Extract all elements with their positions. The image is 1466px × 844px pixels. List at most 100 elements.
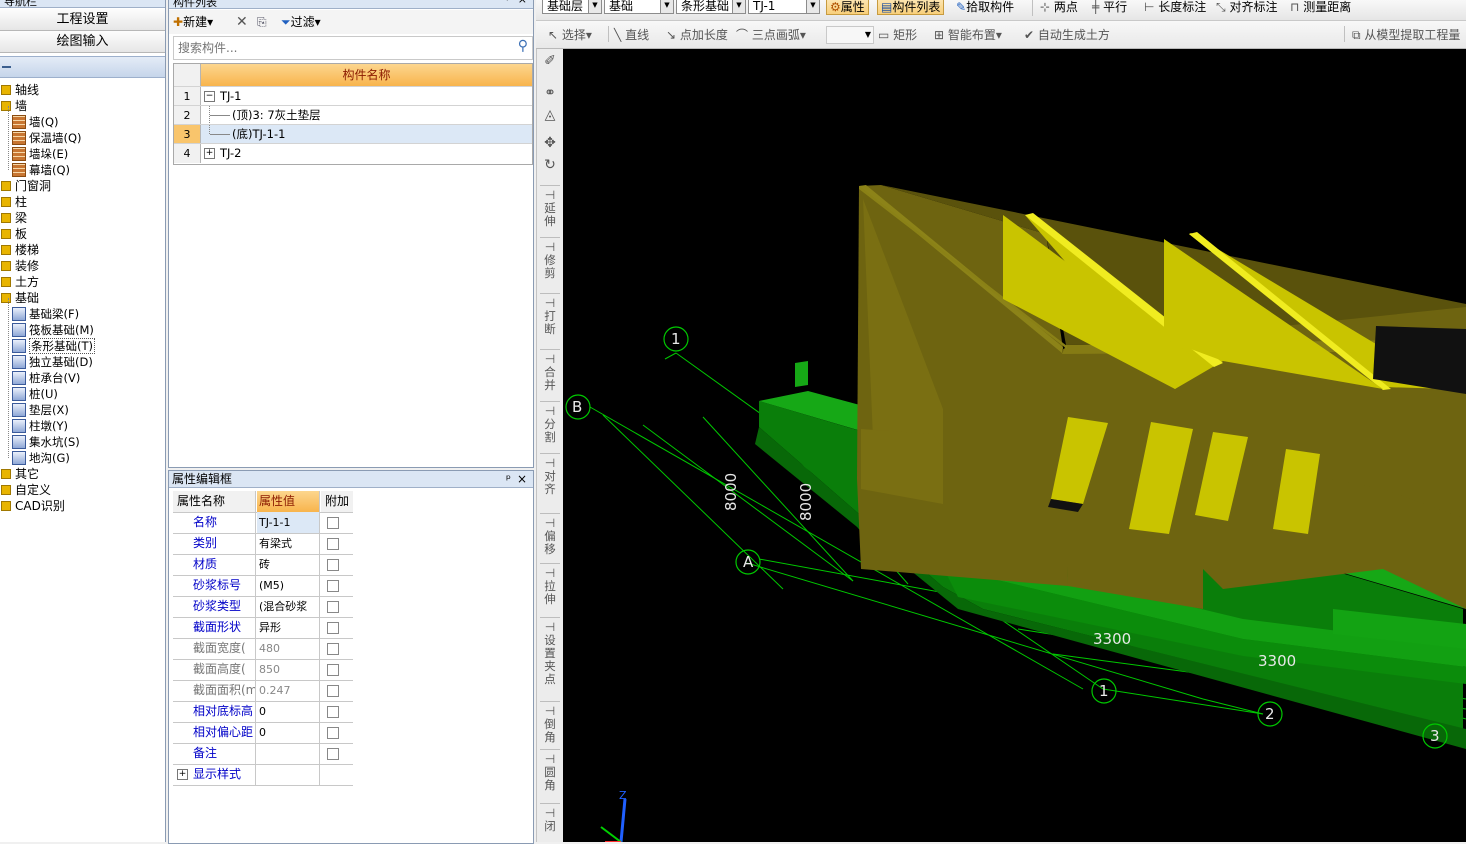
property-value[interactable] bbox=[257, 764, 320, 785]
three-point-arc-button[interactable]: ⌒ 三点画弧▾ bbox=[736, 26, 806, 44]
model-canvas[interactable]: 1 B A 1 2 3 8000 8000 3300 3300 Z bbox=[563, 49, 1466, 842]
property-value[interactable]: 0 bbox=[257, 722, 320, 743]
pin-icon[interactable]: ᵖ bbox=[506, 0, 511, 6]
nav-tree-folder[interactable]: CAD识别 bbox=[0, 498, 65, 514]
property-value[interactable]: 有梁式 bbox=[257, 533, 320, 554]
drawing-input-button[interactable]: 绘图输入 bbox=[0, 31, 165, 53]
arc-option-select[interactable]: ▼ bbox=[826, 26, 874, 44]
collapse-toggle-icon[interactable]: − bbox=[204, 91, 215, 102]
property-row[interactable]: 截面宽度(480 bbox=[173, 638, 353, 660]
extra-checkbox[interactable] bbox=[327, 622, 339, 634]
filter-button[interactable]: ⏷过滤▾ bbox=[281, 14, 321, 30]
property-value[interactable]: TJ-1-1 bbox=[257, 512, 320, 533]
edit-tool-button[interactable]: ⊣ 偏移 bbox=[537, 517, 563, 556]
close-icon[interactable]: × bbox=[518, 0, 527, 6]
extra-checkbox[interactable] bbox=[327, 664, 339, 676]
extra-checkbox[interactable] bbox=[327, 517, 339, 529]
nav-tree-folder[interactable]: 板 bbox=[0, 226, 27, 242]
copy-icon[interactable]: ⎘ bbox=[257, 14, 267, 30]
split-icon[interactable]: ◬ bbox=[537, 108, 563, 122]
nav-tree-item[interactable]: 墙垛(E) bbox=[12, 146, 68, 162]
auto-earthwork-button[interactable]: ✔ 自动生成土方 bbox=[1024, 26, 1110, 44]
extra-checkbox[interactable] bbox=[327, 643, 339, 655]
parallel-axis-button[interactable]: ╪ 平行 bbox=[1092, 0, 1127, 16]
nav-tree-item[interactable]: 保温墙(Q) bbox=[12, 130, 82, 146]
extra-checkbox[interactable] bbox=[327, 706, 339, 718]
rectangle-button[interactable]: ▭ 矩形 bbox=[878, 26, 917, 44]
edit-tool-button[interactable]: ⊣ 合并 bbox=[537, 353, 563, 392]
nav-tree-item[interactable]: 幕墙(Q) bbox=[12, 162, 70, 178]
new-component-button[interactable]: ✚新建▾ bbox=[173, 14, 213, 30]
property-value[interactable]: 0 bbox=[257, 701, 320, 722]
nav-tree-folder[interactable]: 门窗洞 bbox=[0, 178, 51, 194]
length-dim-button[interactable]: ⊢ 长度标注 bbox=[1144, 0, 1206, 16]
nav-tree-folder[interactable]: 楼梯 bbox=[0, 242, 39, 258]
extra-checkbox[interactable] bbox=[327, 727, 339, 739]
property-value[interactable]: (混合砂浆 bbox=[257, 596, 320, 617]
edit-tool-button[interactable]: ⊣ 倒角 bbox=[537, 705, 563, 744]
nav-tree-item[interactable]: 条形基础(T) bbox=[12, 338, 95, 354]
property-value[interactable]: 异形 bbox=[257, 617, 320, 638]
property-value[interactable]: 0.247 bbox=[257, 680, 320, 701]
align-dim-button[interactable]: ⤡ 对齐标注 bbox=[1216, 0, 1277, 16]
table-row[interactable]: 3 (底)TJ-1-1 bbox=[174, 124, 532, 144]
nav-tree-folder[interactable]: 装修 bbox=[0, 258, 39, 274]
pick-component-button[interactable]: ✎拾取构件 bbox=[956, 0, 1014, 16]
property-row[interactable]: 相对底标高 0 bbox=[173, 701, 353, 723]
nav-tree-folder[interactable]: 基础 bbox=[0, 290, 39, 306]
extra-checkbox[interactable] bbox=[327, 685, 339, 697]
extra-checkbox[interactable] bbox=[327, 748, 339, 760]
component-list-toggle-button[interactable]: ▤构件列表 bbox=[877, 0, 945, 15]
property-row[interactable]: 显示样式 + bbox=[173, 764, 353, 786]
extra-checkbox[interactable] bbox=[327, 601, 339, 613]
search-input[interactable] bbox=[176, 39, 510, 57]
move-icon[interactable]: ✥ bbox=[537, 136, 563, 150]
extra-checkbox[interactable] bbox=[327, 580, 339, 592]
property-row[interactable]: 相对偏心距 0 bbox=[173, 722, 353, 744]
edit-tool-button[interactable]: ⊣ 打断 bbox=[537, 297, 563, 336]
property-row[interactable]: 名称 TJ-1-1 bbox=[173, 512, 353, 534]
edit-tool-button[interactable]: ⊣ 修剪 bbox=[537, 241, 563, 280]
line-button[interactable]: ╲ 直线 bbox=[614, 26, 649, 44]
property-row[interactable]: 截面高度(850 bbox=[173, 659, 353, 681]
nav-collapse-band[interactable] bbox=[0, 56, 165, 78]
nav-tree-folder[interactable]: 墙 bbox=[0, 98, 27, 114]
edit-tool-button[interactable]: ⊣ 设置夹点 bbox=[537, 621, 563, 686]
brick-wall[interactable] bbox=[857, 185, 1466, 609]
nav-tree-item[interactable]: 地沟(G) bbox=[12, 450, 70, 466]
pencil-icon[interactable]: ✐ bbox=[537, 54, 563, 68]
nav-tree-folder[interactable]: 轴线 bbox=[0, 82, 39, 98]
close-icon[interactable]: × bbox=[4, 0, 159, 5]
edit-tool-button[interactable]: ⊣ 延伸 bbox=[537, 189, 563, 228]
attribute-toggle-button[interactable]: ⚙属性 bbox=[826, 0, 869, 15]
close-icon[interactable]: × bbox=[517, 471, 527, 487]
nav-tree-folder[interactable]: 柱 bbox=[0, 194, 27, 210]
nav-tree-item[interactable]: 集水坑(S) bbox=[12, 434, 80, 450]
smart-layout-button[interactable]: ⊞ 智能布置▾ bbox=[934, 26, 1002, 44]
component-select[interactable]: TJ-1 ▼ bbox=[748, 0, 820, 14]
project-settings-button[interactable]: 工程设置 bbox=[0, 9, 165, 31]
table-row[interactable]: 2 (顶)3: 7灰土垫层 bbox=[174, 105, 532, 125]
extra-checkbox[interactable] bbox=[327, 559, 339, 571]
nav-tree-item[interactable]: 桩(U) bbox=[12, 386, 58, 402]
select-button[interactable]: ↖ 选择▾ bbox=[548, 26, 592, 44]
property-value[interactable] bbox=[257, 743, 320, 764]
property-value[interactable]: 850 bbox=[257, 659, 320, 680]
property-row[interactable]: 截面形状 异形 bbox=[173, 617, 353, 639]
nav-tree-item[interactable]: 桩承台(V) bbox=[12, 370, 80, 386]
pin-icon[interactable]: ᵖ bbox=[506, 471, 511, 487]
property-row[interactable]: 备注 bbox=[173, 743, 353, 765]
table-row[interactable]: 4 + TJ-2 bbox=[174, 143, 532, 163]
nav-tree-folder[interactable]: 梁 bbox=[0, 210, 27, 226]
nav-tree-item[interactable]: 柱墩(Y) bbox=[12, 418, 68, 434]
edit-tool-button[interactable]: ⊣ 拉伸 bbox=[537, 567, 563, 606]
expand-toggle-icon[interactable]: + bbox=[204, 148, 215, 159]
edit-tool-button[interactable]: ⊣ 分割 bbox=[537, 405, 563, 444]
type-select[interactable]: 条形基础 ▼ bbox=[676, 0, 746, 14]
nav-tree-folder[interactable]: 其它 bbox=[0, 466, 39, 482]
table-row[interactable]: 1 − TJ-1 bbox=[174, 86, 532, 106]
rotate-icon[interactable]: ↻ bbox=[537, 158, 563, 172]
two-point-axis-button[interactable]: ⊹ 两点 bbox=[1040, 0, 1078, 16]
edit-tool-button[interactable]: ⊣ 对齐 bbox=[537, 457, 563, 496]
nav-tree-folder[interactable]: 土方 bbox=[0, 274, 39, 290]
